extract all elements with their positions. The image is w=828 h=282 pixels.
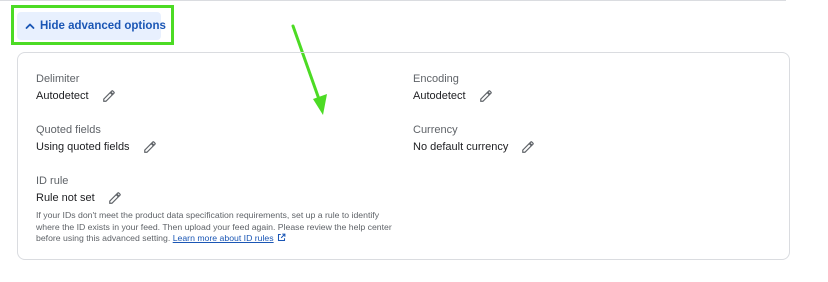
currency-label: Currency (413, 124, 458, 136)
id-rule-label: ID rule (36, 175, 69, 187)
id-rule-value: Rule not set (36, 192, 95, 204)
encoding-field: Encoding Autodetect (413, 72, 494, 104)
open-in-new-icon[interactable] (277, 233, 286, 246)
currency-field: Currency No default currency (413, 123, 536, 155)
id-rule-help: If your IDs don't meet the product data … (36, 210, 396, 246)
pencil-icon[interactable] (478, 88, 494, 104)
quoted-fields-field: Quoted fields Using quoted fields (36, 123, 158, 155)
delimiter-label: Delimiter (36, 73, 80, 85)
quoted-fields-value: Using quoted fields (36, 141, 130, 153)
advanced-options-page: Hide advanced options Delimiter Autodete… (0, 0, 828, 282)
section-divider (0, 0, 786, 1)
pencil-icon[interactable] (101, 88, 117, 104)
encoding-value: Autodetect (413, 90, 466, 102)
learn-more-id-rules-link[interactable]: Learn more about ID rules (173, 233, 274, 243)
pencil-icon[interactable] (142, 139, 158, 155)
annotation-highlight-box (11, 5, 174, 45)
advanced-options-card: Delimiter Autodetect Encoding Autodetect… (17, 52, 790, 260)
encoding-label: Encoding (413, 73, 459, 85)
delimiter-field: Delimiter Autodetect (36, 72, 117, 104)
pencil-icon[interactable] (520, 139, 536, 155)
currency-value: No default currency (413, 141, 509, 153)
id-rule-field: ID rule Rule not set If your IDs don't m… (36, 174, 396, 246)
delimiter-value: Autodetect (36, 90, 89, 102)
pencil-icon[interactable] (107, 190, 123, 206)
quoted-fields-label: Quoted fields (36, 124, 101, 136)
